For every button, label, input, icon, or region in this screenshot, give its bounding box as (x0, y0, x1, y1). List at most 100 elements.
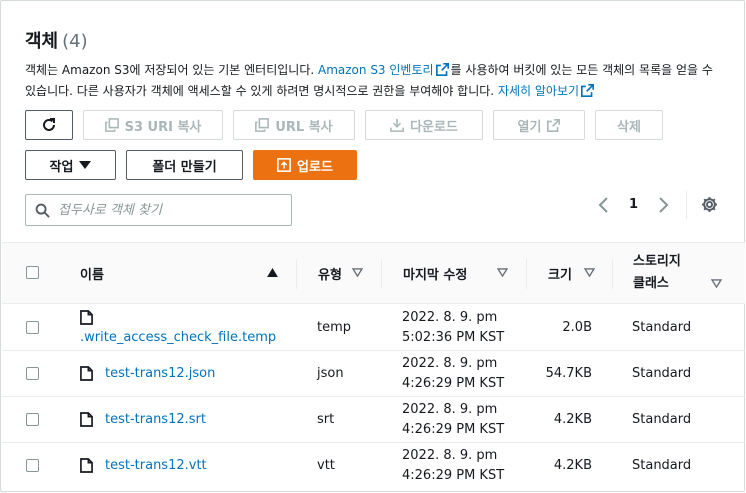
object-type: srt (317, 412, 335, 427)
title-text: 객체 (25, 31, 59, 52)
column-size-label: 크기 (548, 267, 572, 283)
column-modified[interactable]: 마지막 수정 (403, 243, 467, 303)
download-icon (390, 118, 404, 132)
object-modified-date: 2022. 8. 9. pm (402, 448, 498, 463)
object-type: temp (317, 320, 352, 335)
object-size: 54.7KB (545, 366, 592, 381)
delete-label: 삭제 (617, 119, 641, 135)
chevron-right-icon[interactable] (657, 197, 669, 213)
current-page[interactable]: 1 (629, 197, 638, 212)
copy-url-label: URL 복사 (275, 119, 333, 135)
sort-down-icon[interactable] (352, 268, 363, 277)
object-storage-class: Standard (632, 320, 692, 335)
row-checkbox[interactable] (26, 321, 39, 334)
object-storage-class: Standard (632, 366, 692, 381)
caret-down-icon (79, 161, 92, 169)
column-type-label: 유형 (318, 267, 342, 283)
actions-label: 작업 (49, 159, 74, 175)
object-name-link[interactable]: test-trans12.vtt (105, 457, 207, 475)
column-size[interactable]: 크기 (548, 243, 572, 303)
object-modified-time: 4:26:29 PM KST (402, 422, 505, 437)
object-size: 4.2KB (553, 458, 592, 473)
object-storage-class: Standard (632, 412, 692, 427)
table-header: 이름 유형 마지막 수정 크기 스토리지 클래스 (2, 242, 745, 304)
chevron-left-icon[interactable] (598, 197, 610, 213)
object-name-link[interactable]: test-trans12.json (105, 365, 215, 383)
copy-s3-uri-button[interactable]: S3 URI 복사 (83, 110, 223, 140)
object-modified-date: 2022. 8. 9. pm (402, 356, 498, 371)
object-name-link[interactable]: test-trans12.srt (105, 411, 206, 429)
file-icon (80, 458, 93, 473)
upload-button[interactable]: 업로드 (253, 150, 357, 180)
sort-down-icon[interactable] (497, 268, 508, 277)
table-row[interactable]: .write_access_check_file.temp temp 2022.… (2, 304, 745, 351)
table-row[interactable]: test-trans12.vtt vtt 2022. 8. 9. pm 4:26… (2, 443, 745, 489)
copy-url-button[interactable]: URL 복사 (233, 110, 355, 140)
column-divider (381, 259, 382, 289)
object-count: (4) (62, 31, 88, 52)
copy-icon (255, 118, 270, 132)
object-storage-class: Standard (632, 458, 692, 473)
object-modified-time: 5:02:36 PM KST (402, 330, 505, 345)
actions-button[interactable]: 작업 (25, 150, 116, 180)
column-divider (612, 259, 613, 289)
upload-label: 업로드 (297, 159, 333, 175)
column-divider (526, 259, 527, 289)
delete-button[interactable]: 삭제 (595, 110, 663, 140)
object-modified-time: 4:26:29 PM KST (402, 468, 505, 483)
sort-up-icon[interactable] (267, 268, 278, 277)
column-name-label: 이름 (80, 267, 104, 283)
row-checkbox[interactable] (26, 413, 39, 426)
file-icon (80, 366, 93, 381)
column-storage-class-label-2: 클래스 (633, 276, 669, 291)
search-icon (35, 203, 50, 218)
pager-divider (686, 191, 687, 219)
search-input[interactable] (56, 201, 280, 219)
copy-icon (104, 118, 119, 132)
upload-icon (277, 158, 291, 172)
objects-panel: 객체 (4) 객체는 Amazon S3에 저장되어 있는 기본 엔터티입니다. … (0, 0, 745, 492)
download-label: 다운로드 (410, 119, 458, 135)
select-all-checkbox[interactable] (26, 266, 39, 279)
file-icon (80, 412, 93, 427)
sort-down-icon[interactable] (711, 279, 722, 288)
inventory-link[interactable]: Amazon S3 인벤토리 (318, 63, 434, 77)
column-name[interactable]: 이름 (80, 243, 104, 303)
create-folder-label: 폴더 만들기 (152, 159, 217, 175)
refresh-icon (43, 118, 55, 131)
object-modified-date: 2022. 8. 9. pm (402, 402, 498, 417)
column-modified-label: 마지막 수정 (403, 267, 468, 283)
column-storage-class[interactable]: 스토리지 클래스 (633, 243, 681, 303)
page-title: 객체 (4) (25, 27, 88, 53)
object-modified-time: 4:26:29 PM KST (402, 376, 505, 391)
object-name-link[interactable]: .write_access_check_file.temp (80, 329, 276, 347)
description: 객체는 Amazon S3에 저장되어 있는 기본 엔터티입니다. Amazon… (25, 60, 715, 102)
column-type[interactable]: 유형 (318, 243, 342, 303)
sort-down-icon[interactable] (584, 268, 595, 277)
object-modified-date: 2022. 8. 9. pm (402, 310, 498, 325)
search-box[interactable] (25, 194, 292, 226)
object-size: 2.0B (562, 320, 592, 335)
create-folder-button[interactable]: 폴더 만들기 (126, 150, 243, 180)
refresh-button[interactable] (25, 110, 73, 140)
row-checkbox[interactable] (26, 459, 39, 472)
column-divider (296, 259, 297, 289)
gear-icon[interactable] (701, 196, 718, 213)
external-link-icon[interactable] (435, 63, 449, 76)
object-type: vtt (317, 458, 335, 473)
file-icon (80, 310, 93, 325)
copy-s3-uri-label: S3 URI 복사 (124, 119, 202, 135)
table-row[interactable]: test-trans12.srt srt 2022. 8. 9. pm 4:26… (2, 397, 745, 443)
column-storage-class-label-1: 스토리지 (633, 254, 681, 269)
table-row[interactable]: test-trans12.json json 2022. 8. 9. pm 4:… (2, 351, 745, 397)
download-button[interactable]: 다운로드 (365, 110, 483, 140)
open-button[interactable]: 열기 (493, 110, 585, 140)
row-checkbox[interactable] (26, 367, 39, 380)
open-label: 열기 (517, 119, 542, 135)
object-size: 4.2KB (553, 412, 592, 427)
external-link-icon (547, 118, 561, 132)
object-type: json (317, 366, 344, 381)
desc-text-1: 객체는 Amazon S3에 저장되어 있는 기본 엔터티입니다. (25, 63, 318, 77)
external-link-icon[interactable] (581, 84, 595, 97)
learn-more-link[interactable]: 자세히 알아보기 (498, 84, 579, 98)
